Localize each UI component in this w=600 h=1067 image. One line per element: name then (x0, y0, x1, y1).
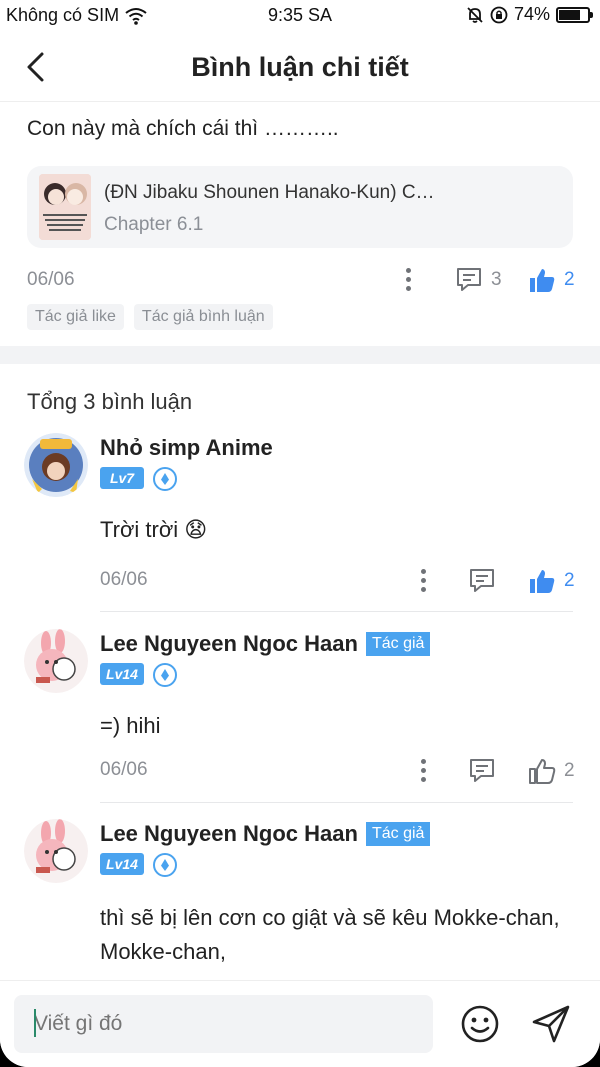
level-badge: Lv7 (100, 467, 144, 489)
medal-icon (153, 853, 177, 877)
section-divider (0, 346, 600, 364)
comment-date: 06/06 (100, 569, 148, 590)
more-options-icon[interactable] (416, 567, 430, 595)
mute-bell-icon (467, 6, 483, 23)
rotation-lock-icon (490, 6, 508, 23)
like-button[interactable]: 2 (528, 757, 575, 785)
battery-percent: 74% (513, 4, 550, 24)
comment-meta: 06/06 2 (100, 755, 575, 785)
screen: Không có SIM 9:35 SA 74% Bình luận chi t… (0, 0, 600, 1067)
main-comment-date: 06/06 (27, 269, 75, 290)
send-icon[interactable] (530, 1003, 572, 1045)
emoji-icon[interactable] (460, 1004, 500, 1044)
avatar[interactable] (24, 819, 88, 883)
tag-author-comment: Tác giả bình luận (133, 304, 273, 330)
story-cover-image (39, 174, 91, 240)
text-caret (34, 1009, 36, 1037)
comment-icon (470, 569, 494, 592)
comments-total: Tổng 3 bình luận (27, 389, 193, 414)
like-count: 2 (564, 570, 575, 591)
thumbs-up-outline-icon (529, 759, 556, 784)
tag-author-like: Tác giả like (27, 304, 124, 330)
commenter-name[interactable]: Nhỏ simp Anime (100, 435, 273, 461)
like-button[interactable]: 2 (528, 266, 575, 294)
more-options-icon[interactable] (401, 266, 415, 294)
level-badge: Lv14 (100, 853, 144, 875)
commenter-name-text: Lee Nguyeen Ngoc Haan (100, 821, 358, 846)
main-comment-meta: 06/06 3 2 (27, 266, 575, 296)
battery-icon (556, 6, 593, 23)
medal-icon (153, 467, 177, 491)
comment-text: Trời trời 😧 (100, 517, 208, 542)
commenter-name[interactable]: Lee Nguyeen Ngoc Haan Tác giả (100, 821, 431, 847)
avatar[interactable] (24, 629, 88, 693)
comment-icon (457, 268, 481, 291)
story-title: (ĐN Jibaku Shounen Hanako-Kun) C… (104, 182, 435, 203)
like-count: 2 (564, 760, 575, 781)
comment-text: thì sẽ bị lên cơn co giật và sẽ kêu Mokk… (100, 905, 560, 964)
main-comment-text: Con này mà chích cái thì ……….. (27, 117, 339, 140)
like-count: 2 (564, 269, 575, 290)
reply-button[interactable] (468, 757, 496, 785)
status-bar: Không có SIM 9:35 SA 74% (0, 0, 600, 32)
commenter-name-text: Lee Nguyeen Ngoc Haan (100, 631, 358, 656)
story-card[interactable]: (ĐN Jibaku Shounen Hanako-Kun) C… Chapte… (27, 166, 573, 248)
avatar[interactable] (24, 433, 88, 497)
more-options-icon[interactable] (416, 757, 430, 785)
comment-input-bar (0, 980, 600, 1067)
level-badge: Lv14 (100, 663, 144, 685)
comment-date: 06/06 (100, 759, 148, 780)
comment-input[interactable] (14, 995, 433, 1053)
battery-fill (559, 9, 580, 20)
medal-icon (153, 663, 177, 687)
author-badge: Tác giả (365, 632, 431, 656)
reply-button[interactable]: 3 (455, 266, 502, 294)
header: Bình luận chi tiết (0, 32, 600, 102)
like-button[interactable]: 2 (528, 567, 575, 595)
commenter-name[interactable]: Lee Nguyeen Ngoc Haan Tác giả (100, 631, 431, 657)
divider (100, 802, 573, 803)
comment-icon (470, 759, 494, 782)
author-badge: Tác giả (365, 822, 431, 846)
tags: Tác giả like Tác giả bình luận (27, 304, 273, 330)
page-title: Bình luận chi tiết (191, 52, 409, 82)
reply-count: 3 (491, 269, 502, 290)
divider (100, 611, 573, 612)
thumbs-up-filled-icon (530, 269, 555, 292)
comment-meta: 06/06 2 (100, 565, 575, 595)
reply-button[interactable] (468, 567, 496, 595)
thumbs-up-filled-icon (530, 570, 555, 593)
comment-text: =) hihi (100, 713, 161, 738)
status-right: 74% (466, 4, 593, 25)
story-chapter: Chapter 6.1 (104, 214, 204, 235)
